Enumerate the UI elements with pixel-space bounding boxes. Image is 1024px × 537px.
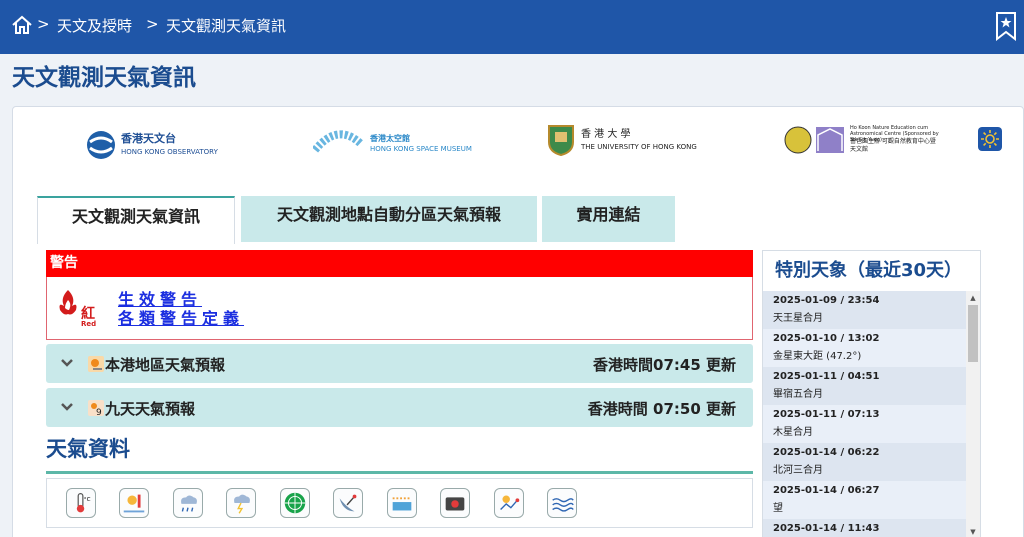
breadcrumb-separator: > bbox=[37, 15, 50, 33]
breadcrumb-current[interactable]: 天文觀測天氣資訊 bbox=[166, 15, 286, 36]
list-item: 2025-01-10 / 13:02 金星東大距 (47.2°) bbox=[763, 329, 966, 367]
event-name: 望 bbox=[773, 503, 783, 514]
local-forecast-updated: 香港時間07:45 更新 bbox=[593, 356, 736, 374]
red-fire-danger-icon bbox=[59, 290, 77, 315]
camera-icon[interactable] bbox=[440, 488, 470, 518]
top-bar: > 天文及授時 > 天文觀測天氣資訊 bbox=[0, 0, 1024, 54]
weather-data-title: 天氣資料 bbox=[46, 437, 130, 461]
event-date: 2025-01-14 / 06:27 bbox=[773, 485, 880, 496]
warning-badge-caption: Red bbox=[81, 320, 97, 328]
bookmark-icon[interactable] bbox=[995, 11, 1017, 41]
section-divider bbox=[46, 471, 753, 474]
hku-logo-zh: 香 港 大 學 bbox=[581, 129, 631, 140]
list-item: 2025-01-14 / 06:22 北河三合月 bbox=[763, 443, 966, 481]
space-museum-emblem-icon bbox=[313, 130, 363, 153]
breadcrumb-separator: > bbox=[146, 15, 159, 33]
chart-icon[interactable] bbox=[387, 488, 417, 518]
tab-site-forecast[interactable]: 天文觀測地點自動分區天氣預報 bbox=[241, 196, 537, 242]
thunderstorm-icon[interactable] bbox=[226, 488, 256, 518]
hokoon-logo-zh: 嗇色園主辦 可觀自然教育中心暨天文館 bbox=[850, 138, 936, 153]
local-forecast-icon bbox=[88, 356, 104, 372]
rain-cloud-icon[interactable] bbox=[173, 488, 203, 518]
thermometer-icon[interactable]: °C bbox=[66, 488, 96, 518]
tab-astro-weather-info[interactable]: 天文觀測天氣資訊 bbox=[37, 196, 235, 244]
event-date: 2025-01-14 / 11:43 bbox=[773, 523, 880, 534]
nine-day-forecast-updated: 香港時間 07:50 更新 bbox=[587, 400, 736, 418]
hko-logo-en: HONG KONG OBSERVATORY bbox=[121, 148, 218, 156]
event-date: 2025-01-11 / 04:51 bbox=[773, 371, 880, 382]
space-museum-logo-en: HONG KONG SPACE MUSEUM bbox=[370, 145, 472, 153]
chevron-down-icon bbox=[61, 403, 73, 411]
scroll-down-icon[interactable]: ▼ bbox=[968, 527, 978, 537]
sun-temperature-icon[interactable] bbox=[119, 488, 149, 518]
tab-useful-links[interactable]: 實用連結 bbox=[542, 196, 675, 242]
list-item: 2025-01-14 / 11:43 bbox=[763, 519, 966, 537]
local-forecast-bar[interactable]: 本港地區天氣預報 香港時間07:45 更新 bbox=[46, 344, 753, 383]
hokoon-logo[interactable]: Ho Koon Nature Education cum Astronomica… bbox=[784, 123, 944, 157]
local-forecast-title: 本港地區天氣預報 bbox=[105, 356, 226, 374]
hko-emblem-icon bbox=[87, 131, 115, 159]
svg-text:9: 9 bbox=[96, 408, 102, 416]
nine-day-forecast-icon: 9 bbox=[88, 400, 104, 416]
home-icon[interactable] bbox=[11, 14, 33, 36]
hko-logo[interactable]: 香港天文台 HONG KONG OBSERVATORY bbox=[86, 130, 226, 162]
event-date: 2025-01-14 / 06:22 bbox=[773, 447, 880, 458]
hku-logo[interactable]: 香 港 大 學 THE UNIVERSITY OF HONG KONG bbox=[547, 124, 717, 158]
svg-text:°C: °C bbox=[84, 497, 91, 503]
list-item: 2025-01-11 / 07:13 木星合月 bbox=[763, 405, 966, 443]
event-name: 木星合月 bbox=[773, 427, 813, 438]
sea-wave-icon[interactable] bbox=[547, 488, 577, 518]
space-museum-logo[interactable]: 香港太空館 HONG KONG SPACE MUSEUM bbox=[313, 128, 473, 158]
chevron-down-icon bbox=[61, 359, 73, 367]
warning-header: 警告 bbox=[46, 250, 753, 277]
hko-logo-zh: 香港天文台 bbox=[121, 132, 176, 145]
list-item: 2025-01-11 / 04:51 畢宿五合月 bbox=[763, 367, 966, 405]
satellite-dish-icon[interactable] bbox=[333, 488, 363, 518]
hku-logo-en: THE UNIVERSITY OF HONG KONG bbox=[581, 143, 697, 151]
special-phenomena-title: 特別天象（最近30天） bbox=[775, 260, 963, 281]
radar-icon[interactable] bbox=[280, 488, 310, 518]
sun-icon[interactable] bbox=[978, 127, 1002, 151]
nine-day-forecast-title: 九天天氣預報 bbox=[105, 400, 196, 418]
space-museum-logo-zh: 香港太空館 bbox=[370, 134, 410, 143]
page-title: 天文觀測天氣資訊 bbox=[12, 65, 196, 91]
event-name: 畢宿五合月 bbox=[773, 389, 823, 400]
events-scrollbar-thumb[interactable] bbox=[968, 305, 978, 362]
list-item: 2025-01-09 / 23:54 天王星合月 bbox=[763, 291, 966, 329]
hokoon-emblem-icon bbox=[784, 126, 844, 154]
event-date: 2025-01-09 / 23:54 bbox=[773, 295, 880, 306]
event-name: 天王星合月 bbox=[773, 313, 823, 324]
special-events-list[interactable]: 2025-01-09 / 23:54 天王星合月 2025-01-10 / 13:… bbox=[763, 291, 966, 537]
event-name: 北河三合月 bbox=[773, 465, 823, 476]
hku-crest-icon bbox=[548, 125, 574, 156]
lightning-map-icon[interactable] bbox=[494, 488, 524, 518]
event-date: 2025-01-10 / 13:02 bbox=[773, 333, 880, 344]
event-date: 2025-01-11 / 07:13 bbox=[773, 409, 880, 420]
event-name: 金星東大距 (47.2°) bbox=[773, 351, 862, 362]
warning-definitions-link[interactable]: 各類警告定義 bbox=[118, 305, 244, 329]
list-item: 2025-01-14 / 06:27 望 bbox=[763, 481, 966, 519]
nine-day-forecast-bar[interactable]: 9 九天天氣預報 香港時間 07:50 更新 bbox=[46, 388, 753, 427]
breadcrumb-astronomy[interactable]: 天文及授時 bbox=[57, 15, 132, 36]
scroll-up-icon[interactable]: ▲ bbox=[968, 293, 978, 303]
